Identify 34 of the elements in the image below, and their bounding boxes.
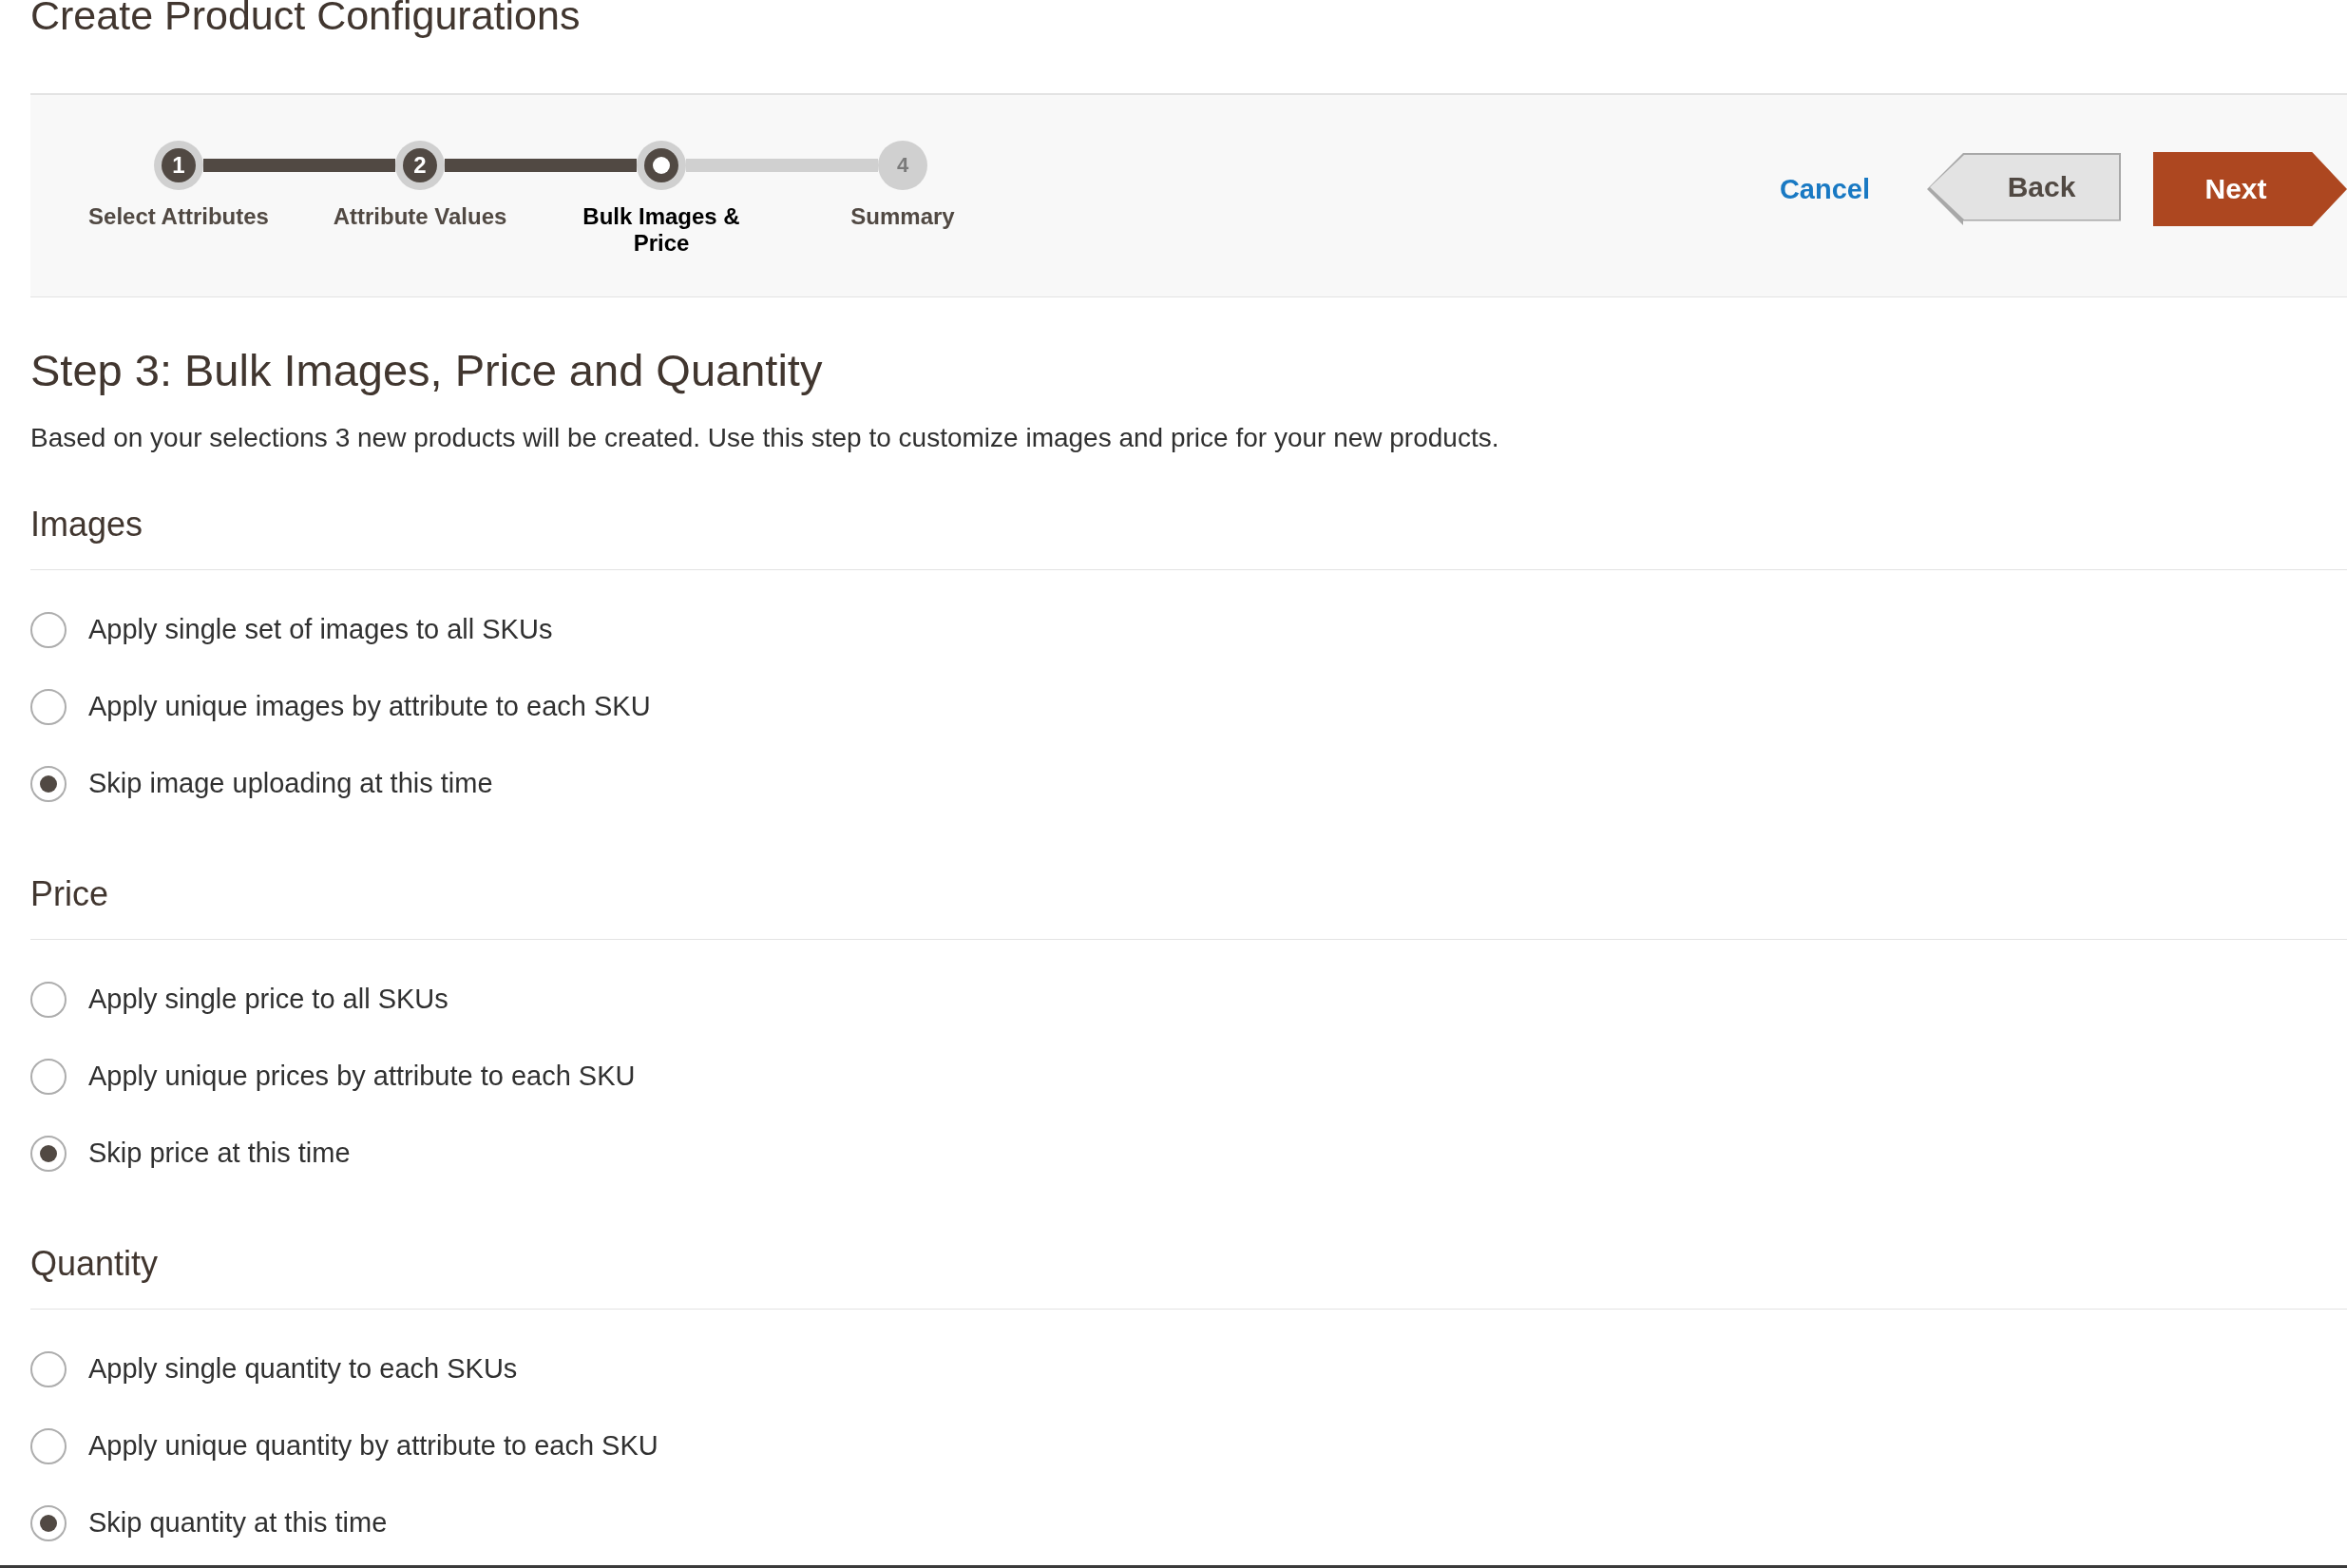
step-label[interactable]: Attribute Values xyxy=(299,203,541,257)
option-label[interactable]: Skip quantity at this time xyxy=(88,1507,388,1539)
option-label[interactable]: Apply single quantity to each SKUs xyxy=(88,1353,518,1385)
radio-button[interactable] xyxy=(30,611,67,648)
step-label[interactable]: Select Attributes xyxy=(58,203,299,257)
radio-button[interactable] xyxy=(30,765,67,802)
next-button[interactable]: Next xyxy=(2153,152,2347,226)
step-number[interactable]: 2 xyxy=(403,148,437,182)
cancel-link[interactable]: Cancel xyxy=(1779,173,1870,205)
option-label[interactable]: Apply single price to all SKUs xyxy=(88,984,448,1015)
radio-button[interactable] xyxy=(30,1135,67,1172)
section-heading: Price xyxy=(30,870,2347,940)
radio-button[interactable] xyxy=(30,1427,67,1464)
step-heading: Step 3: Bulk Images, Price and Quantity xyxy=(30,344,824,397)
section-heading: Quantity xyxy=(30,1240,2347,1310)
radio-button[interactable] xyxy=(30,981,67,1018)
radio-button[interactable] xyxy=(30,688,67,725)
radio-button[interactable] xyxy=(30,1504,67,1541)
option-label[interactable]: Skip price at this time xyxy=(88,1138,351,1169)
radio-button[interactable] xyxy=(30,1058,67,1095)
step-description: Based on your selections 3 new products will be created. Use this step to customize images and price for your new products. xyxy=(30,422,1500,454)
section-heading: Images xyxy=(30,501,2347,570)
option-label[interactable]: Apply unique quantity by attribute to each SKU xyxy=(88,1430,658,1462)
option-label[interactable]: Apply single set of images to all SKUs xyxy=(88,614,553,645)
step-number[interactable]: 1 xyxy=(162,148,196,182)
step-label[interactable]: Bulk Images & Price xyxy=(541,203,782,257)
option-label[interactable]: Skip image uploading at this time xyxy=(88,768,493,799)
option-label[interactable]: Apply unique prices by attribute to each SKU xyxy=(88,1061,636,1092)
option-label[interactable]: Apply unique images by attribute to each SKU xyxy=(88,691,651,722)
page-title: Create Product Configurations xyxy=(29,0,582,36)
current-step-marker[interactable] xyxy=(644,148,678,182)
back-button[interactable]: Back xyxy=(1927,153,2121,225)
step-label[interactable]: Summary xyxy=(782,203,1023,257)
radio-button[interactable] xyxy=(30,1350,67,1387)
